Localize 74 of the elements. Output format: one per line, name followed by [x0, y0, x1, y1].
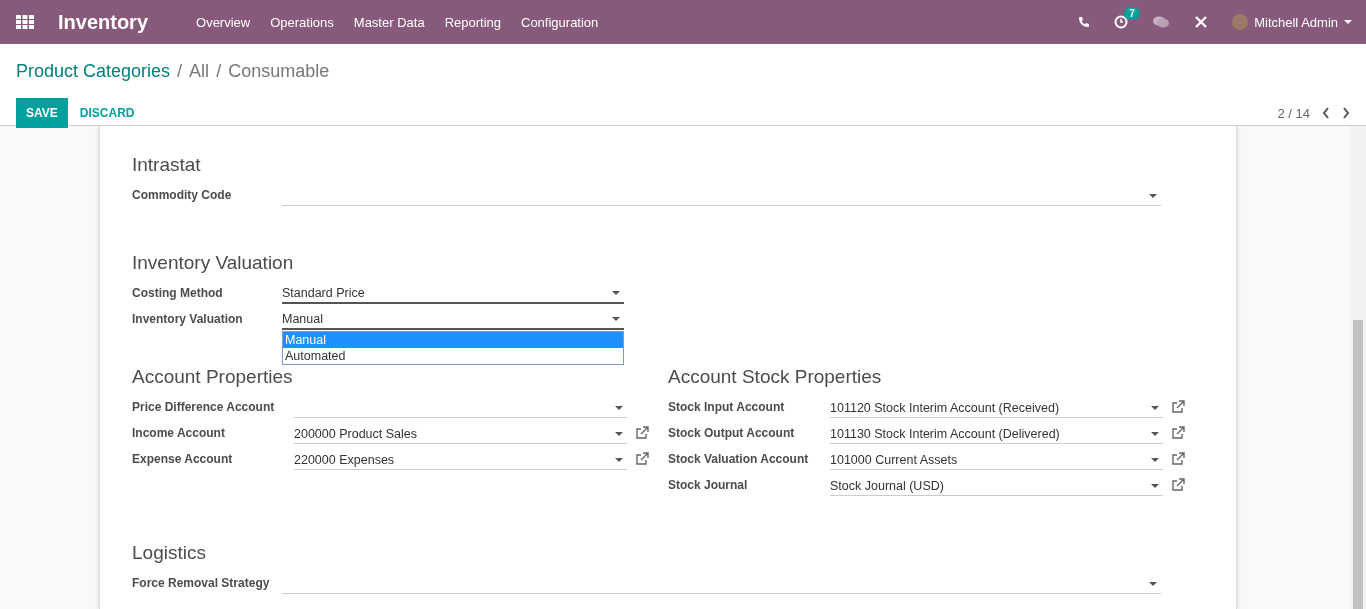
caret-icon[interactable]: [1344, 20, 1352, 24]
caret-icon: [612, 291, 620, 295]
caret-icon: [615, 457, 623, 462]
caret-icon: [612, 317, 620, 321]
caret-icon: [615, 431, 623, 436]
select-field[interactable]: Stock Journal (USD): [830, 476, 1163, 496]
select-field[interactable]: 101130 Stock Interim Account (Delivered): [830, 424, 1163, 444]
caret-icon: [1149, 193, 1157, 198]
user-name[interactable]: Mitchell Admin: [1254, 14, 1338, 30]
field-value: Stock Journal (USD): [830, 478, 944, 493]
caret-icon: [615, 405, 623, 410]
caret-icon: [1151, 405, 1159, 410]
section-title: Account Stock Properties: [668, 366, 883, 388]
breadcrumb-separator: /: [177, 60, 183, 82]
menu-item[interactable]: Reporting: [444, 14, 501, 30]
field-label: Force Removal Strategy: [132, 575, 271, 590]
menu-item[interactable]: Overview: [196, 14, 251, 30]
chevron-right-icon[interactable]: [1342, 107, 1350, 119]
save-button[interactable]: SAVE: [16, 98, 68, 128]
select-field[interactable]: Standard Price: [282, 284, 624, 304]
activity-count-badge: 7: [1124, 7, 1140, 20]
select-field[interactable]: 200000 Product Sales: [294, 424, 627, 444]
section-title: Logistics: [132, 542, 207, 564]
menu-item[interactable]: Operations: [270, 14, 334, 30]
section-title: Account Properties: [132, 366, 294, 388]
pager-counter: 2 / 14: [1277, 105, 1310, 121]
field-label: Stock Valuation Account: [668, 451, 810, 466]
select-field[interactable]: 220000 Expenses: [294, 450, 627, 470]
caret-icon: [1151, 431, 1159, 436]
menu-item[interactable]: Configuration: [521, 14, 599, 30]
caret-icon: [1151, 457, 1159, 462]
external-link-icon[interactable]: [1171, 426, 1185, 440]
section-title: Intrastat: [132, 154, 202, 176]
dropdown-option[interactable]: Manual: [283, 332, 623, 348]
external-link-icon[interactable]: [1171, 478, 1185, 492]
field-label: Costing Method: [132, 285, 224, 300]
clock-icon[interactable]: [1114, 15, 1129, 29]
caret-icon: [1149, 581, 1157, 586]
breadcrumb-item: Consumable: [228, 60, 330, 82]
field-value: Manual: [282, 312, 323, 326]
apps-menu-icon[interactable]: [16, 15, 34, 29]
breadcrumb-separator: /: [216, 60, 222, 82]
field-label: Expense Account: [132, 451, 234, 466]
field-label: Price Difference Account: [132, 399, 276, 414]
caret-icon: [1151, 483, 1159, 488]
external-link-icon[interactable]: [635, 452, 649, 466]
chat-icon[interactable]: [1152, 15, 1171, 29]
field-label: Inventory Valuation: [132, 311, 244, 326]
field-label: Stock Output Account: [668, 425, 796, 440]
field-label: Stock Input Account: [668, 399, 786, 414]
external-link-icon[interactable]: [635, 426, 649, 440]
field-label: Income Account: [132, 425, 226, 440]
field-value: 101120 Stock Interim Account (Received): [830, 400, 1060, 415]
field-label: Stock Journal: [668, 477, 749, 492]
field-value: 200000 Product Sales: [294, 426, 417, 441]
field-value: Standard Price: [282, 286, 365, 300]
app-title: Inventory: [58, 10, 149, 34]
external-link-icon[interactable]: [1171, 452, 1185, 466]
field-value: 220000 Expenses: [294, 452, 395, 467]
dropdown-option[interactable]: Automated: [283, 348, 623, 364]
menu-item[interactable]: Master Data: [353, 14, 425, 30]
select-field[interactable]: 101000 Current Assets: [830, 450, 1163, 470]
section-title: Inventory Valuation: [132, 252, 295, 274]
phone-icon[interactable]: [1078, 16, 1091, 28]
select-field[interactable]: 101120 Stock Interim Account (Received): [830, 398, 1163, 418]
scrollbar[interactable]: [1350, 126, 1366, 609]
field-value: 101000 Current Assets: [830, 452, 958, 467]
chevron-left-icon[interactable]: [1322, 107, 1330, 119]
breadcrumb-item[interactable]: Product Categories: [16, 60, 171, 82]
breadcrumb-item: All: [189, 60, 210, 82]
external-link-icon[interactable]: [1171, 400, 1185, 414]
discard-button[interactable]: DISCARD: [67, 98, 147, 128]
field-value: 101130 Stock Interim Account (Delivered): [830, 426, 1060, 441]
field-label: Commodity Code: [132, 187, 233, 202]
